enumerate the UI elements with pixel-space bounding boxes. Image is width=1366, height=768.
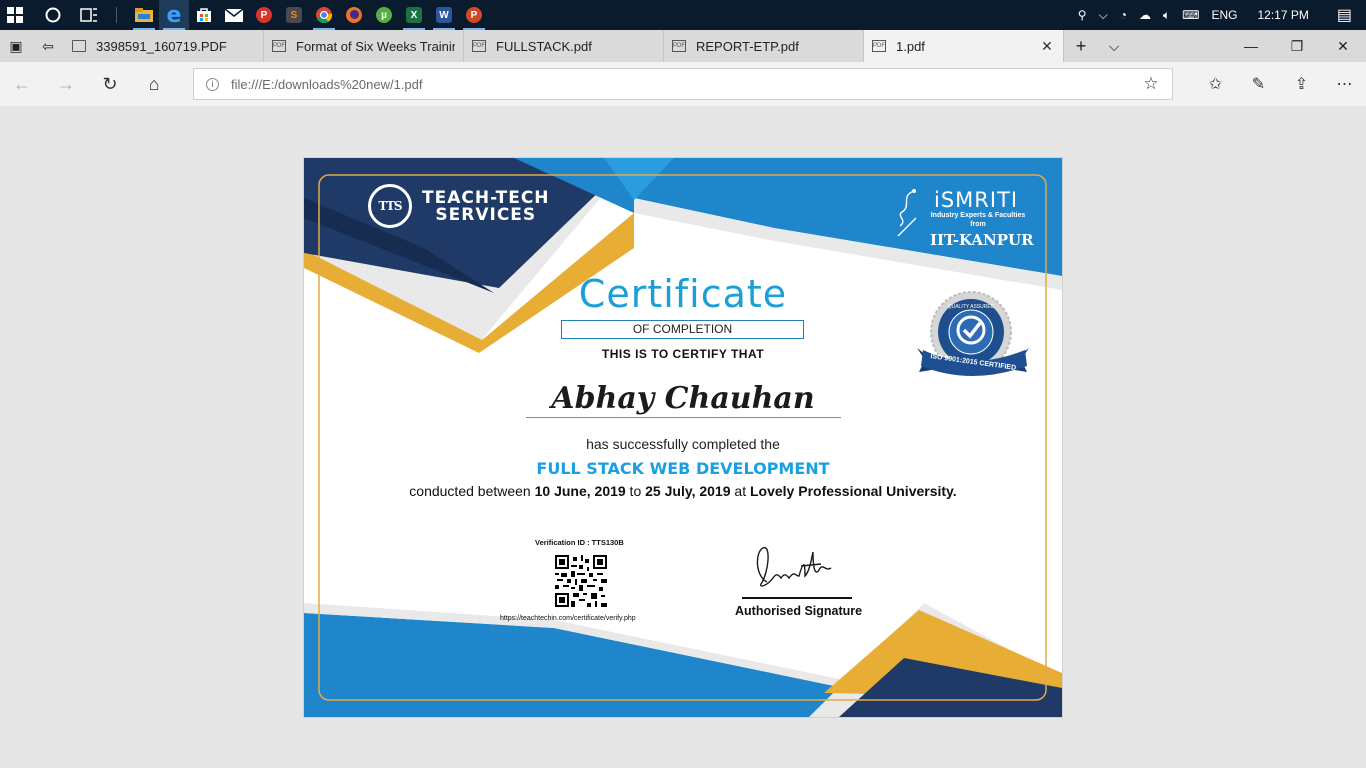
restore-icon[interactable]: ❐ — [1274, 30, 1320, 62]
navigation-bar: ← → ↻ ⌂ i file:///E:/downloads%20new/1.p… — [0, 62, 1366, 106]
handwritten-signature — [756, 547, 832, 587]
certificate-page: TTS TEACH-TECH SERVICES iSMRITI Industry… — [304, 158, 1062, 717]
tab-strip: ▣ ⇦ 3398591_160719.PDF PDF Format of Six… — [0, 30, 1366, 62]
app-p-icon[interactable]: P — [249, 0, 279, 30]
certificate-title: Certificate — [578, 272, 788, 316]
home-icon[interactable]: ⌂ — [132, 62, 176, 106]
clock[interactable]: 12:17 PM — [1244, 8, 1323, 22]
set-tabs-aside-icon[interactable]: ⇦ — [32, 30, 64, 62]
name-underline — [526, 417, 841, 418]
excel-icon[interactable]: X — [399, 0, 429, 30]
ismriti-logo-icon — [897, 189, 917, 237]
completed-text: has successfully completed the — [586, 436, 780, 452]
minimize-icon[interactable]: — — [1228, 30, 1274, 62]
pen-icon[interactable]: ✎ — [1237, 62, 1280, 106]
certify-text: THIS IS TO CERTIFY THAT — [601, 347, 765, 361]
start-date: 10 June, 2019 — [534, 483, 626, 499]
utorrent-icon[interactable]: µ — [369, 0, 399, 30]
info-icon[interactable]: i — [206, 77, 219, 91]
verification-id: Verification ID : TTS130B — [535, 538, 624, 547]
tab-title: REPORT-ETP.pdf — [696, 38, 799, 54]
close-tab-icon[interactable]: ✕ — [1039, 38, 1055, 55]
word-icon[interactable]: W — [429, 0, 459, 30]
store-icon[interactable] — [189, 0, 219, 30]
teach-tech-name-line2: SERVICES — [435, 205, 537, 225]
ismriti-tagline: Industry Experts & Faculties from — [930, 212, 1026, 228]
notification-icon[interactable]: ▤ — [1323, 5, 1366, 25]
mail-icon[interactable] — [219, 0, 249, 30]
file-explorer-icon[interactable] — [129, 0, 159, 30]
windows-taskbar: e P S µ X W P ⚲ ⌵ ◔ ☁ 🔈︎ ⌨ ENG 12:17 PM … — [0, 0, 1366, 30]
share-icon[interactable]: ⇪ — [1280, 62, 1323, 106]
forward-icon[interactable]: → — [44, 62, 88, 106]
signature-label: Authorised Signature — [735, 604, 863, 618]
language-indicator[interactable]: ENG — [1205, 8, 1243, 22]
signature-line — [742, 597, 852, 599]
edge-icon[interactable]: e — [159, 0, 189, 30]
favorite-star-icon[interactable]: ☆ — [1130, 74, 1172, 94]
teach-tech-logo: TTS — [368, 184, 412, 228]
tabs-aside-icon[interactable]: ▣ — [0, 30, 32, 62]
browser-tab-active[interactable]: PDF 1.pdf ✕ — [864, 30, 1064, 62]
ismriti-name: iSMRITI — [934, 188, 1019, 212]
certificate-subtitle: OF COMPLETION — [561, 320, 804, 339]
refresh-icon[interactable]: ↻ — [88, 62, 132, 106]
browser-tab[interactable]: PDF Format of Six Weeks Trainin — [264, 30, 464, 62]
institution: Lovely Professional University. — [749, 483, 957, 499]
browser-tab[interactable]: 3398591_160719.PDF — [64, 30, 264, 62]
verification-url: https://teachtechin.com/certificate/veri… — [500, 615, 636, 622]
chrome-icon[interactable] — [309, 0, 339, 30]
sublime-icon[interactable]: S — [279, 0, 309, 30]
close-window-icon[interactable]: ✕ — [1320, 30, 1366, 62]
tab-title: Format of Six Weeks Trainin — [296, 38, 455, 54]
people-icon[interactable]: ⚲ — [1072, 8, 1093, 22]
powerpoint-icon[interactable]: P — [459, 0, 489, 30]
qr-code — [555, 555, 607, 607]
browser-tab[interactable]: PDF FULLSTACK.pdf — [464, 30, 664, 62]
conducted-text: conducted between 10 June, 2019 to 25 Ju… — [409, 483, 957, 499]
wifi-icon[interactable]: ◔ — [1114, 8, 1133, 22]
window-controls: — ❐ ✕ — [1228, 30, 1366, 62]
tab-title: 3398591_160719.PDF — [96, 38, 227, 54]
system-tray: ⚲ ⌵ ◔ ☁ 🔈︎ ⌨ ENG 12:17 PM ▤ — [1072, 0, 1366, 30]
browser-tab[interactable]: PDF REPORT-ETP.pdf — [664, 30, 864, 62]
pdf-icon: PDF — [872, 40, 886, 52]
keyboard-icon[interactable]: ⌨ — [1176, 8, 1205, 22]
url-text[interactable]: file:///E:/downloads%20new/1.pdf — [231, 77, 1130, 92]
cortana-icon[interactable] — [38, 0, 68, 30]
pdf-icon: PDF — [272, 40, 286, 52]
task-view-icon[interactable] — [74, 0, 104, 30]
ismriti-place: IIT-KANPUR — [930, 231, 1034, 249]
taskbar-divider — [116, 7, 117, 23]
back-icon[interactable]: ← — [0, 62, 44, 106]
recipient-name: Abhay Chauhan — [551, 381, 815, 416]
new-tab-icon[interactable]: + — [1064, 30, 1098, 62]
pdf-icon: PDF — [672, 40, 686, 52]
pdf-icon: PDF — [472, 40, 486, 52]
address-bar[interactable]: i file:///E:/downloads%20new/1.pdf ☆ — [193, 68, 1173, 100]
course-title: FULL STACK WEB DEVELOPMENT — [536, 459, 830, 478]
firefox-icon[interactable] — [339, 0, 369, 30]
chevron-up-icon[interactable]: ⌵ — [1093, 8, 1114, 23]
volume-icon[interactable]: 🔈︎ — [1157, 8, 1176, 23]
browser-tools: ✩ ✎ ⇪ ⋯ — [1194, 62, 1366, 106]
tab-title: 1.pdf — [896, 38, 925, 54]
more-icon[interactable]: ⋯ — [1323, 62, 1366, 106]
page-icon — [72, 40, 86, 52]
teach-tech-name: TEACH-TECH SERVICES — [422, 190, 550, 224]
onedrive-icon[interactable]: ☁ — [1133, 8, 1157, 22]
start-icon[interactable] — [0, 0, 30, 30]
tab-title: FULLSTACK.pdf — [496, 38, 592, 54]
favorites-icon[interactable]: ✩ — [1194, 62, 1237, 106]
tab-preview-chevron-icon[interactable]: ⌵ — [1098, 30, 1130, 62]
end-date: 25 July, 2019 — [645, 483, 731, 499]
